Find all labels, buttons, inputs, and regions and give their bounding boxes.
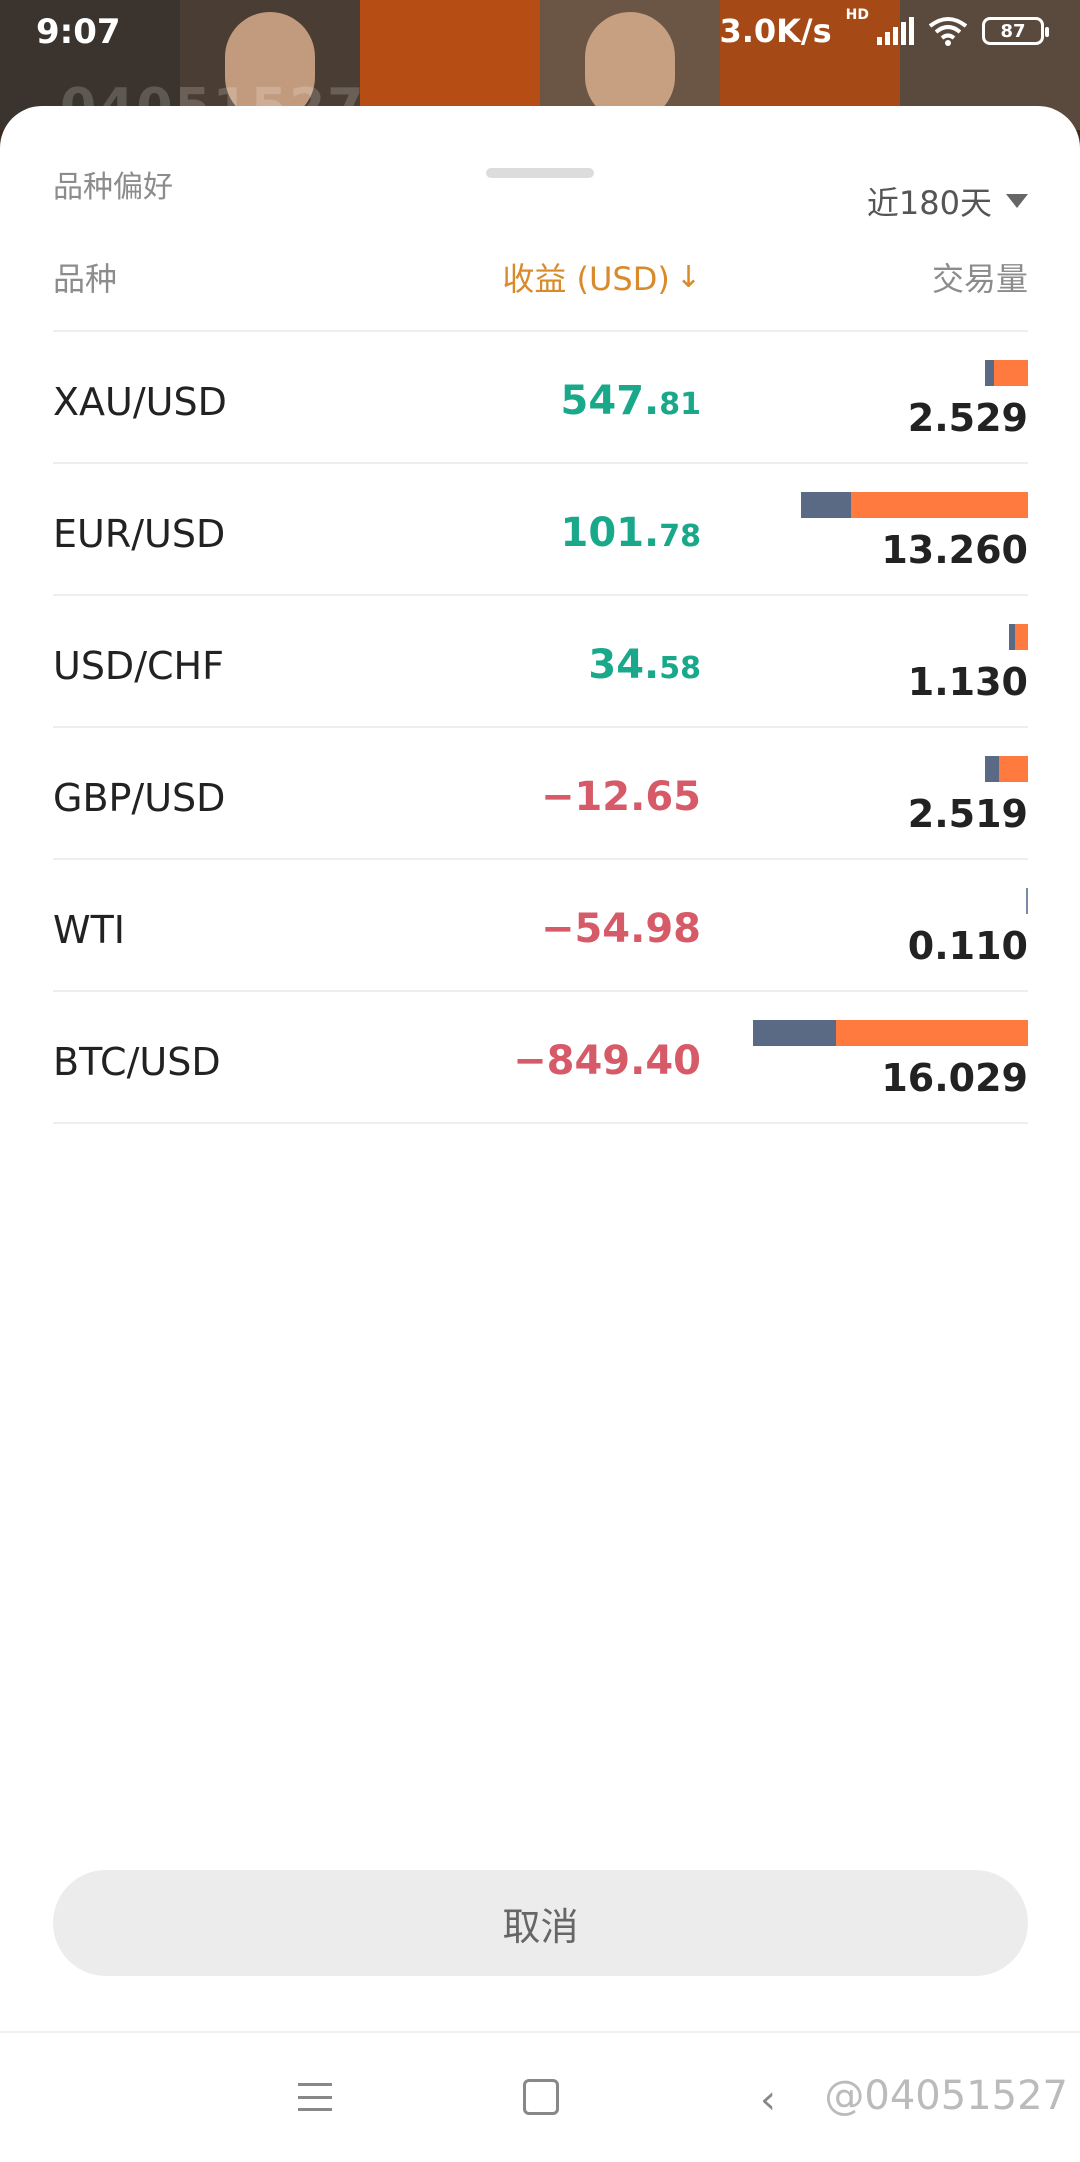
instrument-row[interactable]: GBP/USD −12.65 2.519 <box>53 728 1028 860</box>
profit-integer: 101. <box>560 510 660 556</box>
period-label: 近180天 <box>866 184 992 222</box>
volume-bar <box>753 1020 1028 1046</box>
profit-value: 101.78 <box>561 510 701 556</box>
volume-bar <box>1009 624 1028 650</box>
drag-handle[interactable] <box>486 168 594 178</box>
volume-bar <box>801 492 1028 518</box>
volume-bar-buy <box>985 756 999 782</box>
instrument-name: BTC/USD <box>53 1040 221 1084</box>
volume-value: 2.519 <box>907 792 1028 836</box>
instrument-row[interactable]: EUR/USD 101.78 13.260 <box>53 464 1028 596</box>
volume-bar-sell <box>994 360 1028 386</box>
profit-integer: 34. <box>588 642 660 688</box>
status-bar: 9:07 3.0K/s HD 87 <box>0 0 1080 80</box>
signal-icon <box>877 17 914 45</box>
header-profit-label: 收益 (USD) <box>502 260 670 298</box>
volume-bar-buy <box>753 1020 836 1046</box>
status-right: 3.0K/s HD 87 <box>719 7 1049 50</box>
header-instrument: 品种 <box>53 260 118 298</box>
volume-bar-buy <box>801 492 851 518</box>
profit-value: 547.81 <box>561 378 701 424</box>
volume-bar <box>985 360 1028 386</box>
instrument-row[interactable]: BTC/USD −849.40 16.029 <box>53 992 1028 1124</box>
profit-value: −12.65 <box>541 774 701 820</box>
dropdown-triangle-icon <box>1006 194 1028 208</box>
volume-bar-sell <box>836 1020 1028 1046</box>
battery-level: 87 <box>1000 20 1026 42</box>
instrument-row[interactable]: WTI −54.98 0.110 <box>53 860 1028 992</box>
watermark: @04051527 <box>824 2073 1068 2119</box>
profit-decimal: 81 <box>659 387 701 422</box>
header-volume: 交易量 <box>931 260 1028 298</box>
instrument-name: EUR/USD <box>53 512 226 556</box>
profit-decimal: 58 <box>659 651 701 686</box>
profit-value: −54.98 <box>541 906 701 952</box>
menu-icon[interactable] <box>298 2083 332 2111</box>
table-header: 品种 收益 (USD) ↓ 交易量 <box>53 254 1028 304</box>
profit-integer: −12.65 <box>540 774 701 820</box>
volume-value: 1.130 <box>907 660 1028 704</box>
volume-bar-sell <box>851 492 1028 518</box>
instrument-list: XAU/USD 547.81 2.529 EUR/USD 101.78 13.260 USD… <box>53 330 1028 1124</box>
instrument-name: GBP/USD <box>53 776 226 820</box>
home-icon[interactable] <box>523 2079 559 2115</box>
volume-bar-sell <box>999 756 1028 782</box>
profit-decimal: 78 <box>659 519 701 554</box>
cancel-button[interactable]: 取消 <box>53 1870 1028 1976</box>
volume-bar <box>1026 888 1028 914</box>
volume-value: 13.260 <box>881 528 1028 572</box>
wifi-icon <box>928 17 968 46</box>
sort-arrow-down-icon: ↓ <box>675 259 701 295</box>
navigation-bar: ‹ @04051527 <box>0 2031 1080 2162</box>
battery-icon: 87 <box>982 17 1049 45</box>
back-icon[interactable]: ‹ <box>760 2077 776 2123</box>
period-dropdown[interactable]: 近180天 <box>867 178 1028 224</box>
volume-value: 16.029 <box>881 1056 1028 1100</box>
volume-bar-sell <box>1015 624 1028 650</box>
instrument-row[interactable]: USD/CHF 34.58 1.130 <box>53 596 1028 728</box>
volume-bar-buy <box>985 360 994 386</box>
instrument-row[interactable]: XAU/USD 547.81 2.529 <box>53 332 1028 464</box>
profit-integer: 547. <box>560 378 660 424</box>
volume-value: 0.110 <box>907 924 1028 968</box>
instrument-name: WTI <box>53 908 125 952</box>
header-profit-sort[interactable]: 收益 (USD) ↓ <box>502 254 701 300</box>
volume-value: 2.529 <box>907 396 1028 440</box>
instrument-name: XAU/USD <box>53 380 227 424</box>
instrument-name: USD/CHF <box>53 644 224 688</box>
volume-bar <box>985 756 1028 782</box>
profit-integer: −849.40 <box>513 1038 701 1084</box>
sheet-title: 品种偏好 <box>53 170 173 205</box>
status-time: 9:07 <box>36 12 121 52</box>
bottom-sheet: 品种偏好 近180天 品种 收益 (USD) ↓ 交易量 XAU/USD 547.… <box>0 106 1080 2031</box>
profit-integer: −54.98 <box>540 906 701 952</box>
profit-value: −849.40 <box>513 1038 701 1084</box>
hd-label: HD <box>845 7 869 23</box>
network-speed: 3.0K/s <box>719 12 832 50</box>
profit-value: 34.58 <box>588 642 701 688</box>
